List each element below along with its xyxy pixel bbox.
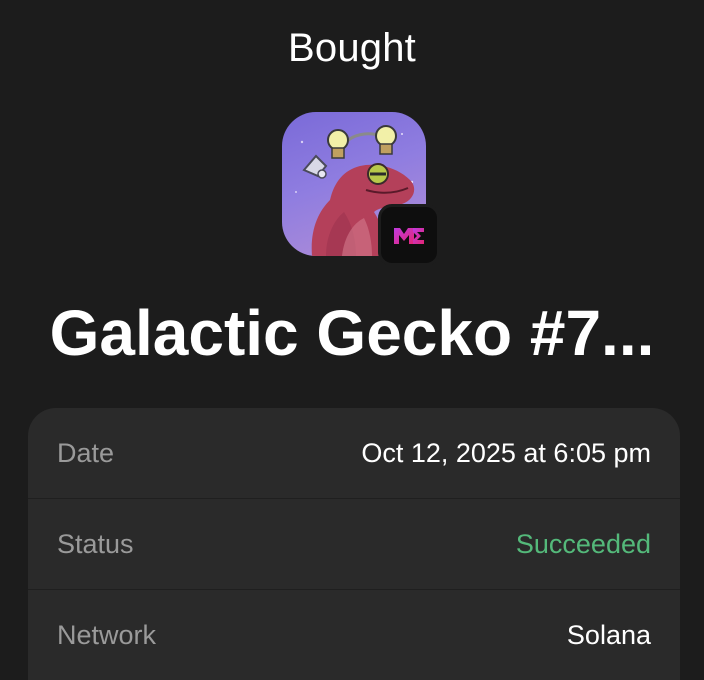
page-title: Bought xyxy=(288,26,416,70)
detail-row-date: Date Oct 12, 2025 at 6:05 pm xyxy=(28,408,680,499)
nft-name: Galactic Gecko #7... xyxy=(49,297,655,369)
network-value: Solana xyxy=(566,619,651,650)
date-value: Oct 12, 2025 at 6:05 pm xyxy=(361,437,651,468)
transaction-details-card: Date Oct 12, 2025 at 6:05 pm Status Succ… xyxy=(28,408,680,680)
transaction-detail-screen: Bought Galactic Gecko #7... Date Oct 12,… xyxy=(0,0,704,680)
status-label: Status xyxy=(57,528,134,559)
magic-eden-logo xyxy=(394,228,424,244)
network-label: Network xyxy=(57,619,157,650)
magic-eden-icon xyxy=(378,204,440,266)
date-label: Date xyxy=(57,437,115,468)
status-value: Succeeded xyxy=(515,528,651,559)
nft-avatar xyxy=(282,112,440,266)
detail-row-network: Network Solana xyxy=(28,590,680,680)
detail-row-status: Status Succeeded xyxy=(28,499,680,590)
